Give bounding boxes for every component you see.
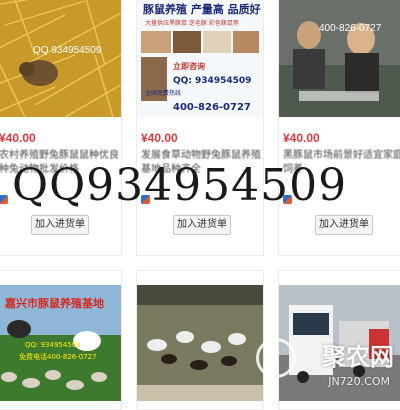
product-card[interactable] bbox=[136, 270, 264, 410]
site-logo-watermark: 聚农网 bbox=[322, 343, 394, 371]
site-domain-watermark: JN720.COM bbox=[328, 375, 390, 388]
svg-text:400-826-0727: 400-826-0727 bbox=[319, 23, 382, 34]
svg-text:豚鼠养殖 产量高 品质好: 豚鼠养殖 产量高 品质好 bbox=[143, 2, 261, 16]
product-card[interactable]: 400-826-0727 ¥40.00 黑豚鼠市场前景好适宜家庭饲养 加入进货单 bbox=[278, 0, 400, 256]
product-card[interactable]: 嘉兴市豚鼠养殖基地 QQ: 934954509 免费电话400-826-0727 bbox=[0, 270, 122, 410]
svg-text:嘉兴市豚鼠养殖基地: 嘉兴市豚鼠养殖基地 bbox=[4, 296, 104, 310]
svg-text:QQ: 934954509: QQ: 934954509 bbox=[173, 76, 251, 86]
price: ¥40.00 bbox=[141, 131, 178, 145]
product-image[interactable]: QQ 934954509 bbox=[0, 0, 121, 117]
product-image[interactable]: 400-826-0727 bbox=[279, 0, 400, 117]
add-to-cart-button[interactable]: 加入进货单 bbox=[31, 215, 89, 235]
svg-text:QQ: 934954509: QQ: 934954509 bbox=[25, 341, 81, 349]
add-to-cart-button[interactable]: 加入进货单 bbox=[315, 215, 373, 235]
add-to-cart-button[interactable]: 加入进货单 bbox=[173, 215, 231, 235]
product-image[interactable] bbox=[137, 285, 263, 401]
price: ¥40.00 bbox=[283, 131, 320, 145]
svg-text:免费电话400-826-0727: 免费电话400-826-0727 bbox=[19, 352, 97, 361]
guinea-pig-pen-image bbox=[137, 285, 263, 401]
seller-badge-icon bbox=[0, 195, 8, 204]
product-image[interactable]: 豚鼠养殖 产量高 品质好 大量供应黑豚鼠 逆毛豚 彩色豚鼠等 立即咨询 QQ: … bbox=[137, 0, 263, 117]
product-card[interactable]: QQ 934954509 ¥40.00 农村养殖野兔豚鼠鼠种优良种兔动物批发价格… bbox=[0, 0, 122, 256]
svg-text:大量供应黑豚鼠 逆毛豚 彩色豚鼠等: 大量供应黑豚鼠 逆毛豚 彩色豚鼠等 bbox=[145, 19, 239, 27]
guinea-pig-in-straw-image: QQ 934954509 bbox=[0, 0, 121, 117]
qq-watermark: QQ934954509 bbox=[12, 160, 348, 211]
product-image[interactable]: 嘉兴市豚鼠养殖基地 QQ: 934954509 免费电话400-826-0727 bbox=[0, 285, 121, 401]
tv-interview-image: 400-826-0727 bbox=[279, 0, 400, 117]
guinea-pig-farm-ad-image: 嘉兴市豚鼠养殖基地 QQ: 934954509 免费电话400-826-0727 bbox=[0, 285, 121, 401]
guinea-pig-ad-image: 豚鼠养殖 产量高 品质好 大量供应黑豚鼠 逆毛豚 彩色豚鼠等 立即咨询 QQ: … bbox=[137, 0, 263, 117]
product-card[interactable]: 豚鼠养殖 产量高 品质好 大量供应黑豚鼠 逆毛豚 彩色豚鼠等 立即咨询 QQ: … bbox=[136, 0, 264, 256]
svg-text:全国免费热线: 全国免费热线 bbox=[145, 89, 181, 97]
qq-overlay: QQ 934954509 bbox=[33, 45, 102, 56]
svg-text:立即咨询: 立即咨询 bbox=[173, 61, 205, 71]
site-logo-icon bbox=[256, 338, 296, 378]
price: ¥40.00 bbox=[0, 131, 36, 145]
svg-text:400-826-0727: 400-826-0727 bbox=[173, 102, 251, 113]
